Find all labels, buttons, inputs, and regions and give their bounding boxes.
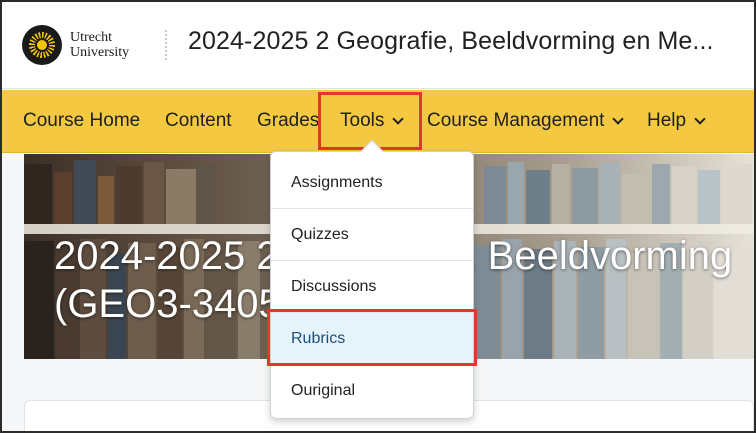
university-logo[interactable]: Utrecht University xyxy=(22,25,129,65)
chevron-down-icon xyxy=(612,113,625,125)
menu-item-assignments[interactable]: Assignments xyxy=(271,157,473,209)
nav-course-management[interactable]: Course Management xyxy=(427,110,625,132)
logo-line-1: Utrecht xyxy=(70,30,112,45)
menu-item-quizzes[interactable]: Quizzes xyxy=(271,209,473,261)
header-divider xyxy=(165,30,167,60)
site-header: Utrecht University 2024-2025 2 Geografie… xyxy=(2,2,754,89)
sun-seal-icon xyxy=(22,25,62,65)
nav-label: Course Management xyxy=(427,110,605,131)
menu-item-label: Assignments xyxy=(291,173,383,191)
course-title[interactable]: 2024-2025 2 Geografie, Beeldvorming en M… xyxy=(188,27,714,56)
nav-course-home[interactable]: Course Home xyxy=(23,110,140,132)
nav-help[interactable]: Help xyxy=(647,110,706,132)
menu-item-discussions[interactable]: Discussions xyxy=(271,261,473,313)
logo-line-2: University xyxy=(70,45,130,60)
chevron-down-icon xyxy=(694,113,706,125)
menu-item-label: Ouriginal xyxy=(291,382,356,399)
tools-dropdown-menu: Assignments Quizzes Discussions Rubrics … xyxy=(270,151,474,419)
menu-item-label: Discussions xyxy=(291,277,377,295)
nav-label: Grades xyxy=(257,110,320,131)
rubrics-highlight-box xyxy=(267,309,477,366)
nav-label: Content xyxy=(165,110,232,131)
nav-content[interactable]: Content xyxy=(165,110,232,132)
menu-item-ouriginal[interactable]: Ouriginal xyxy=(271,365,473,417)
menu-item-label: Quizzes xyxy=(291,225,349,243)
logo-wordmark: Utrecht University xyxy=(70,30,129,60)
nav-grades[interactable]: Grades xyxy=(257,110,319,132)
nav-label: Course Home xyxy=(23,110,141,131)
nav-label: Help xyxy=(647,110,687,131)
